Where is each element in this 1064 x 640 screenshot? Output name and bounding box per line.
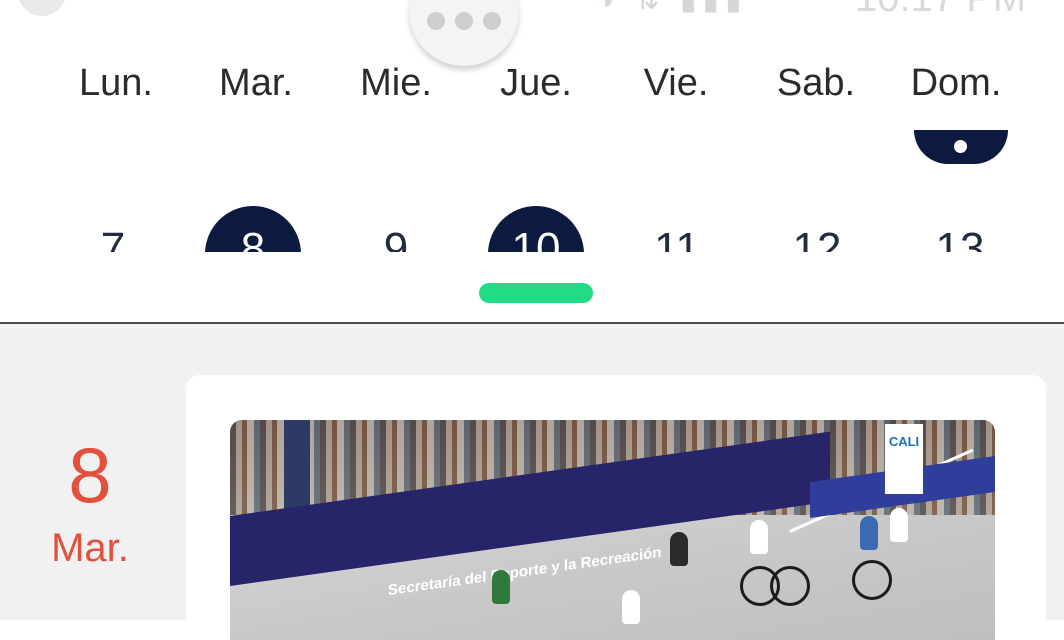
photo-cali-logo: CALI xyxy=(885,424,923,494)
day-cell[interactable]: 12 xyxy=(762,190,872,252)
weekday-label: Mar. xyxy=(219,62,293,104)
weekday-label: Lun. xyxy=(79,62,153,104)
day-number: 9 xyxy=(383,224,409,252)
today-indicator xyxy=(914,130,1008,164)
event-date-month: Mar. xyxy=(51,526,129,570)
event-date-day: 8 xyxy=(68,431,112,519)
cyclist xyxy=(860,516,878,550)
bicycle-wheel xyxy=(770,566,810,606)
day-number: 7 xyxy=(100,224,126,252)
day-cell-selected[interactable]: 10 xyxy=(481,190,591,252)
weekday-label: Dom. xyxy=(910,62,1002,104)
more-horizontal-icon xyxy=(427,12,501,30)
weekday-label: Mie. xyxy=(360,62,432,104)
status-time: 10:17 PM xyxy=(855,0,1026,20)
day-number: 13 xyxy=(935,224,985,252)
today-dot-icon xyxy=(954,140,967,153)
status-bar: ◑ ⇅ ▮▮▮ 10:17 PM xyxy=(0,0,1064,20)
day-number: 12 xyxy=(792,224,842,252)
more-options-button[interactable] xyxy=(409,0,519,66)
day-cell-selected[interactable]: 8 xyxy=(198,190,308,252)
weekday-header: Lun. Mar. Mie. Jue. Vie. Sab. Dom. xyxy=(0,62,1064,112)
day-number: 10 xyxy=(511,224,561,252)
cyclist xyxy=(622,590,640,624)
day-number: 8 xyxy=(240,224,266,252)
day-cell[interactable]: 7 xyxy=(58,190,168,252)
day-cell[interactable]: 13 xyxy=(905,190,1015,252)
calendar-drag-handle[interactable] xyxy=(479,283,593,303)
day-number: 11 xyxy=(654,224,700,252)
cyclist xyxy=(750,520,768,554)
bicycle-wheel xyxy=(852,560,892,600)
event-photo[interactable]: Secretaría del Deporte y la Recreación C… xyxy=(230,420,995,640)
weekday-label: Jue. xyxy=(500,62,572,104)
cyclist xyxy=(492,570,510,604)
weekday-label: Vie. xyxy=(643,62,709,104)
avatar[interactable] xyxy=(18,0,66,16)
day-cell[interactable]: 11 xyxy=(622,190,732,252)
weekday-label: Sab. xyxy=(776,62,856,104)
cyclist xyxy=(670,532,688,566)
day-cell[interactable]: 9 xyxy=(341,190,451,252)
cyclist xyxy=(890,508,908,542)
status-icons: ◑ ⇅ ▮▮▮ xyxy=(596,0,747,17)
week-days-strip: 7 8 9 10 11 12 13 xyxy=(0,190,1064,252)
